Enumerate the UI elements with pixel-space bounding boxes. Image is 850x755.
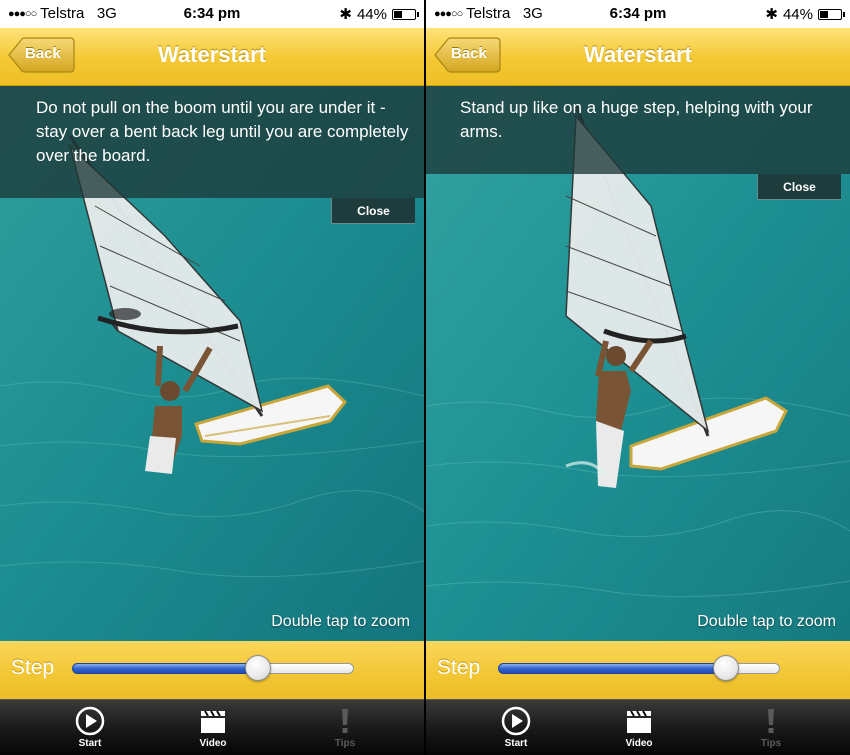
tab-video-label: Video [625,738,653,749]
tab-tips-label: Tips [760,738,782,749]
tip-text: Stand up like on a huge step, helping wi… [460,98,813,141]
tip-overlay: Do not pull on the boom until you are un… [0,86,424,198]
tab-bar: Start Video Tips [0,699,424,755]
step-bar: Step [426,641,850,699]
battery-icon [818,8,845,20]
tab-bar: Start Video Tips [426,699,850,755]
clapperboard-icon [627,710,651,733]
battery-icon [392,8,419,20]
slider-fill [498,663,727,674]
slider-thumb[interactable] [713,655,740,681]
exclamation-icon [342,709,348,733]
clapperboard-icon [201,710,225,733]
step-label: Step [11,656,55,679]
tab-start-label: Start [504,738,528,749]
status-bar: ●●●○○ Telstra 3G 6:34 pm ✱ 44% [0,0,424,28]
tab-video[interactable]: Video [163,700,263,755]
play-icon [501,706,531,736]
tab-start-label: Start [78,738,102,749]
tab-video[interactable]: Video [589,700,689,755]
tip-overlay: Stand up like on a huge step, helping wi… [426,86,850,174]
page-title: Waterstart [584,42,692,67]
battery-level [394,10,402,18]
page-title: Waterstart [158,42,266,67]
step-label: Step [437,656,481,679]
bluetooth-icon: ✱ [765,6,778,23]
tab-tips[interactable]: Tips [295,700,395,755]
navigation-bar: Back Waterstart [0,28,424,86]
phone-screen-left: ●●●○○ Telstra 3G 6:34 pm ✱ 44% Back Water… [0,0,424,755]
close-tip-button[interactable]: Close [331,198,415,224]
tip-text: Do not pull on the boom until you are un… [36,98,409,165]
zoom-hint: Double tap to zoom [697,613,836,630]
status-bar: ●●●○○ Telstra 3G 6:34 pm ✱ 44% [426,0,850,28]
battery-percent: 44% [782,5,813,23]
tab-start[interactable]: Start [466,700,566,755]
step-bar: Step [0,641,424,699]
tab-tips-label: Tips [334,738,356,749]
bluetooth-icon: ✱ [339,6,352,23]
zoom-hint: Double tap to zoom [271,613,410,630]
step-slider[interactable] [498,655,780,681]
slider-fill [72,663,259,674]
play-icon [75,706,105,736]
navigation-bar: Back Waterstart [426,28,850,86]
exclamation-icon [768,709,774,733]
phone-screen-right: ●●●○○ Telstra 3G 6:34 pm ✱ 44% Back Water… [426,0,850,755]
battery-percent: 44% [356,5,387,23]
close-tip-button[interactable]: Close [757,174,841,200]
tab-start[interactable]: Start [40,700,140,755]
step-slider[interactable] [72,655,354,681]
tab-tips[interactable]: Tips [721,700,821,755]
slider-thumb[interactable] [245,655,272,681]
battery-level [820,10,828,18]
tab-video-label: Video [199,738,227,749]
